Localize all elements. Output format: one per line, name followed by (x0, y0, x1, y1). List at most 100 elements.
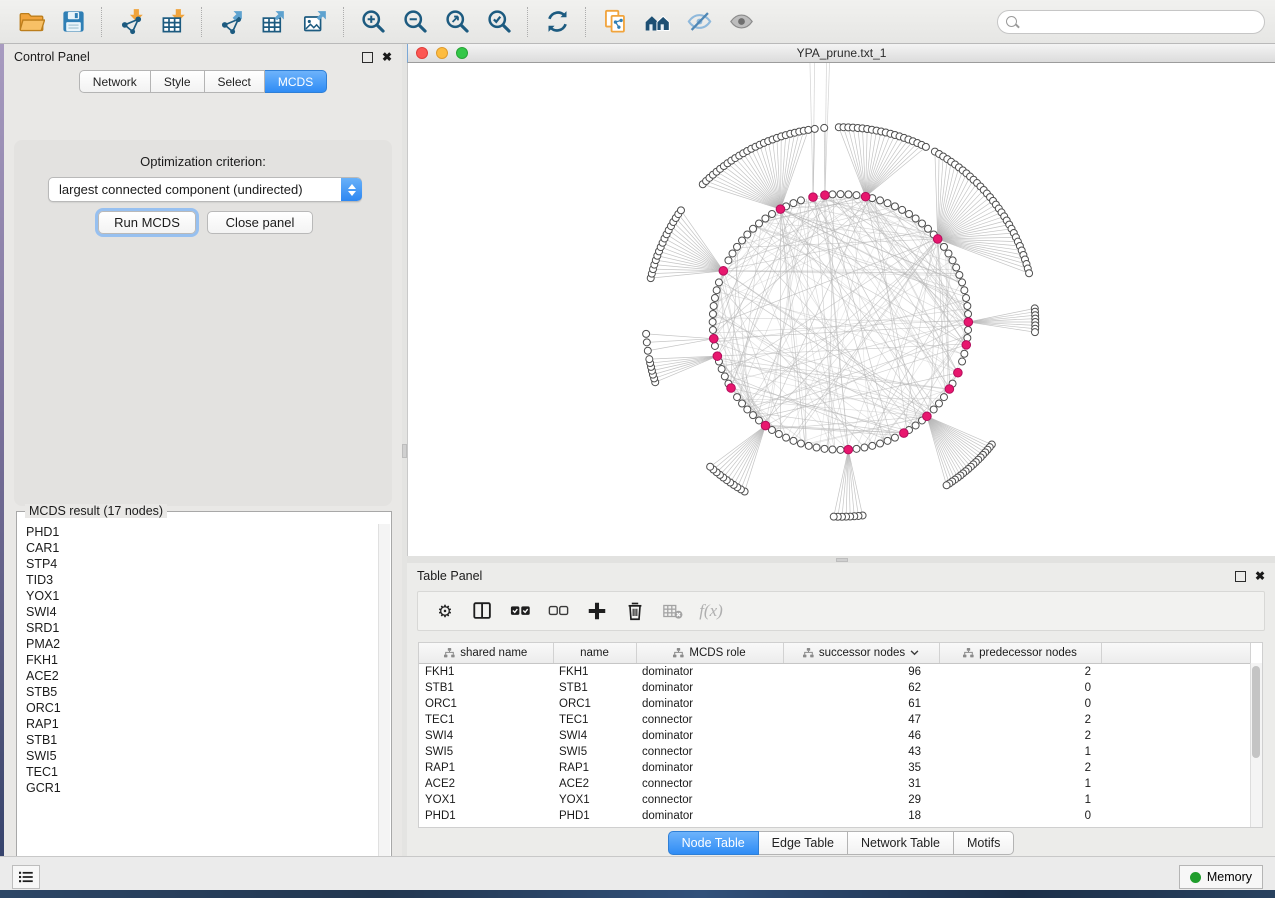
zoom-out-button[interactable] (394, 4, 436, 40)
first-neighbors-button[interactable] (636, 4, 678, 40)
mcds-list-scrollbar[interactable] (378, 524, 390, 882)
mcds-hub-node[interactable] (776, 205, 785, 214)
horizontal-splitter[interactable] (407, 556, 1275, 563)
mcds-result-item[interactable]: ORC1 (18, 700, 378, 716)
close-window-icon[interactable] (416, 47, 428, 59)
hide-graphics-details-button[interactable] (678, 4, 720, 40)
network-node[interactable] (891, 434, 898, 441)
close-panel-icon[interactable]: ✖ (1255, 570, 1265, 582)
mcds-hub-node[interactable] (861, 192, 870, 201)
network-node[interactable] (821, 445, 828, 452)
task-manager-button[interactable] (12, 865, 40, 889)
network-node[interactable] (805, 442, 812, 449)
table-row[interactable]: YOX1YOX1connector291 (419, 792, 1250, 808)
table-row[interactable]: TEC1TEC1connector472 (419, 712, 1250, 728)
leaf-node[interactable] (677, 207, 684, 214)
mcds-result-item[interactable]: RAP1 (18, 716, 378, 732)
open-session-button[interactable] (10, 4, 52, 40)
table-row[interactable]: SWI4SWI4dominator462 (419, 728, 1250, 744)
leaf-node[interactable] (644, 347, 651, 354)
leaf-node[interactable] (643, 330, 650, 337)
network-node[interactable] (965, 310, 972, 317)
network-node[interactable] (790, 200, 797, 207)
network-node[interactable] (755, 417, 762, 424)
network-node[interactable] (837, 191, 844, 198)
network-node[interactable] (813, 444, 820, 451)
tab-network[interactable]: Network (79, 70, 151, 93)
network-node[interactable] (711, 342, 718, 349)
network-node[interactable] (739, 237, 746, 244)
network-node[interactable] (709, 326, 716, 333)
mcds-result-item[interactable]: TID3 (18, 572, 378, 588)
table-scrollbar-thumb[interactable] (1252, 666, 1260, 758)
close-panel-button[interactable]: Close panel (207, 211, 313, 234)
column-header-MCDS-role[interactable]: MCDS role (636, 643, 783, 664)
network-node[interactable] (935, 400, 942, 407)
tab-edge-table[interactable]: Edge Table (759, 831, 848, 855)
table-settings-button[interactable]: ⚙ (430, 596, 460, 626)
network-node[interactable] (797, 440, 804, 447)
leaf-node[interactable] (922, 143, 929, 150)
network-node[interactable] (718, 366, 725, 373)
network-node[interactable] (750, 412, 757, 419)
tab-node-table[interactable]: Node Table (668, 831, 759, 855)
tab-motifs[interactable]: Motifs (954, 831, 1014, 855)
select-all-button[interactable] (506, 596, 536, 626)
run-mcds-button[interactable]: Run MCDS (98, 211, 196, 234)
network-node[interactable] (959, 358, 966, 365)
network-node[interactable] (853, 445, 860, 452)
leaf-node[interactable] (805, 126, 812, 133)
network-node[interactable] (940, 243, 947, 250)
table-row[interactable]: FKH1FKH1dominator962 (419, 664, 1250, 681)
network-node[interactable] (959, 279, 966, 286)
deselect-all-button[interactable] (544, 596, 574, 626)
mcds-hub-node[interactable] (761, 421, 770, 430)
network-node[interactable] (906, 211, 913, 218)
network-node[interactable] (713, 287, 720, 294)
mcds-result-item[interactable]: GCR1 (18, 780, 378, 796)
network-node[interactable] (912, 215, 919, 222)
network-node[interactable] (755, 220, 762, 227)
network-node[interactable] (783, 434, 790, 441)
table-row[interactable]: RAP1RAP1dominator352 (419, 760, 1250, 776)
close-panel-icon[interactable]: ✖ (382, 51, 392, 63)
zoom-in-button[interactable] (352, 4, 394, 40)
zoom-fit-button[interactable] (436, 4, 478, 40)
network-node[interactable] (930, 406, 937, 413)
network-node[interactable] (725, 257, 732, 264)
leaf-node[interactable] (707, 463, 714, 470)
network-node[interactable] (963, 295, 970, 302)
mcds-hub-node[interactable] (945, 385, 954, 394)
minimize-window-icon[interactable] (436, 47, 448, 59)
network-node[interactable] (912, 422, 919, 429)
mcds-result-item[interactable]: YOX1 (18, 588, 378, 604)
leaf-node[interactable] (643, 339, 650, 346)
mcds-hub-node[interactable] (713, 352, 722, 361)
import-network-button[interactable] (110, 4, 152, 40)
network-node[interactable] (829, 191, 836, 198)
mcds-result-item[interactable]: ACE2 (18, 668, 378, 684)
network-node[interactable] (949, 257, 956, 264)
mcds-result-item[interactable]: SRD1 (18, 620, 378, 636)
mcds-hub-node[interactable] (821, 191, 830, 200)
table-row[interactable]: ORC1ORC1dominator610 (419, 696, 1250, 712)
export-table-button[interactable] (252, 4, 294, 40)
leaf-node[interactable] (830, 513, 837, 520)
mcds-hub-node[interactable] (727, 384, 736, 393)
apply-layout-button[interactable] (536, 4, 578, 40)
table-scrollbar[interactable] (1250, 663, 1262, 827)
mcds-hub-node[interactable] (809, 193, 818, 202)
network-node[interactable] (711, 295, 718, 302)
network-node[interactable] (797, 197, 804, 204)
column-header-shared-name[interactable]: shared name (419, 643, 553, 664)
network-node[interactable] (744, 406, 751, 413)
network-node[interactable] (953, 264, 960, 271)
mcds-hub-node[interactable] (933, 235, 942, 244)
network-node[interactable] (940, 394, 947, 401)
network-node[interactable] (775, 431, 782, 438)
network-node[interactable] (845, 191, 852, 198)
mcds-hub-node[interactable] (964, 318, 973, 327)
mcds-hub-node[interactable] (719, 267, 728, 276)
mcds-hub-node[interactable] (923, 412, 932, 421)
import-table-button[interactable] (152, 4, 194, 40)
